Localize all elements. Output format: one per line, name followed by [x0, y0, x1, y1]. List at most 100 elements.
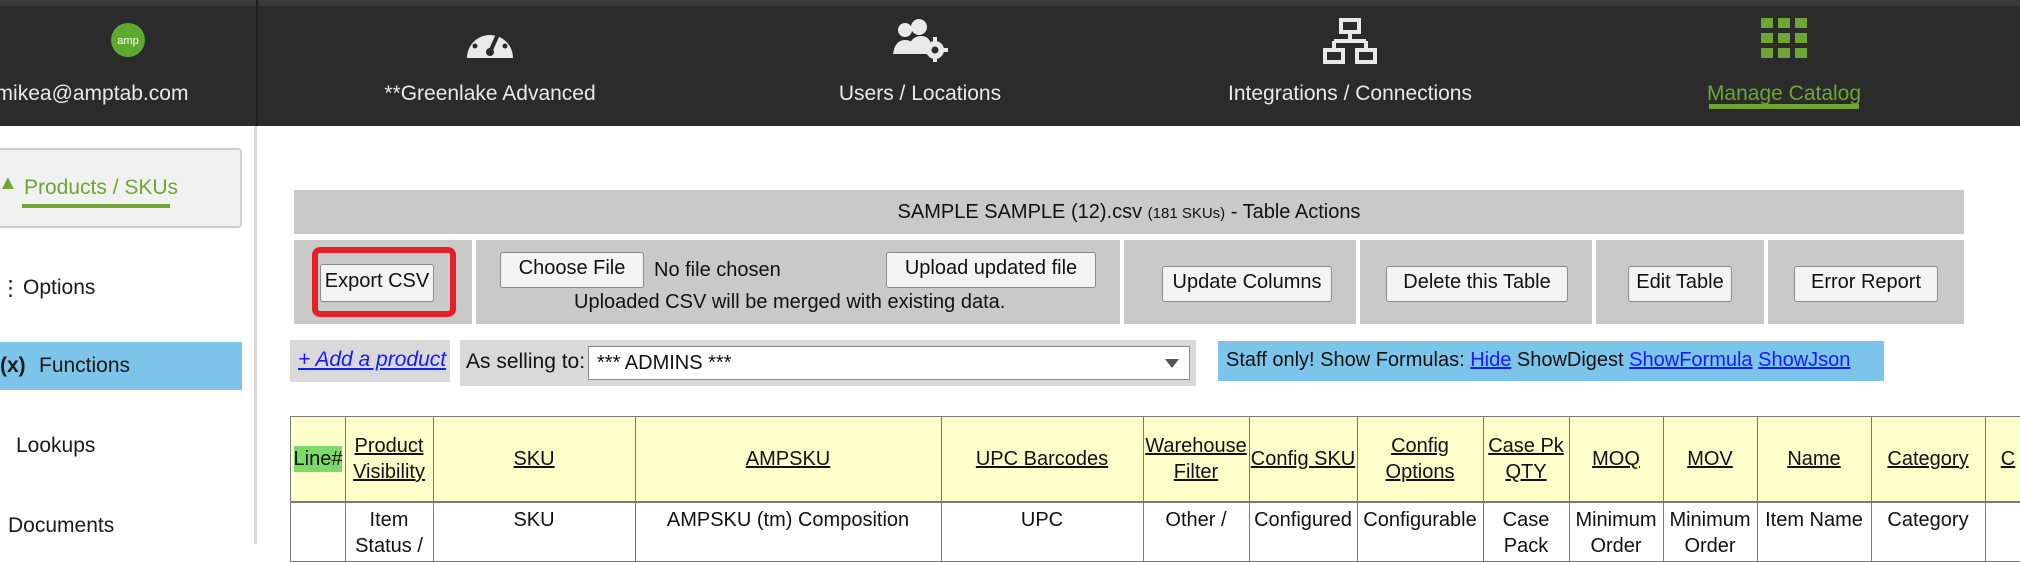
sidebar-item-label: Documents: [8, 514, 115, 537]
sidebar-item-functions[interactable]: (x) Functions: [0, 342, 242, 390]
column-header[interactable]: Name: [1757, 417, 1871, 501]
nav-account[interactable]: amp mikea@amptab.com: [0, 0, 256, 126]
delete-table-cell: Delete this Table: [1360, 240, 1592, 324]
delete-table-button[interactable]: Delete this Table: [1386, 266, 1568, 302]
update-columns-label: Update Columns: [1172, 271, 1322, 293]
update-columns-cell: Update Columns: [1124, 240, 1356, 324]
edit-table-button[interactable]: Edit Table: [1628, 266, 1732, 302]
add-product-link[interactable]: + Add a product: [298, 348, 446, 372]
column-divider: [1569, 417, 1570, 501]
sidebar-item-label: Products / SKUs: [24, 176, 179, 199]
sidebar-item-label: Functions: [39, 354, 131, 377]
sku-count: (181 SKUs): [1147, 205, 1226, 222]
column-divider: [1663, 503, 1664, 561]
column-header-label: SKU: [513, 448, 555, 470]
table-cell: [1985, 503, 2020, 561]
column-header[interactable]: Category: [1871, 417, 1985, 501]
nav-manage-catalog-label: Manage Catalog: [1706, 82, 1862, 105]
table-cell: SKU: [513, 509, 555, 531]
choose-file-button[interactable]: Choose File: [500, 252, 644, 288]
table-cell: Other /: [1165, 509, 1227, 531]
column-divider: [635, 417, 636, 501]
column-divider: [1663, 417, 1664, 501]
column-header-label: Name: [1787, 448, 1841, 470]
highlight-box: [312, 247, 456, 317]
amp-logo-text: amp: [117, 35, 138, 47]
column-header: Line#: [291, 417, 345, 501]
options-icon: ⋮: [0, 277, 21, 300]
network-icon: [1321, 18, 1379, 69]
grid-icon: [1761, 18, 1807, 63]
table-row: Item Status / SKU AMPSKU (tm) Composition U…: [290, 502, 2020, 562]
sidebar-item-label: Lookups: [16, 434, 96, 457]
nav-users-locations-label: Users / Locations: [838, 82, 1002, 105]
column-header[interactable]: Product Visibility: [345, 417, 433, 501]
staff-formulas-box: Staff only! Show Formulas: Hide ShowDige…: [1218, 341, 1884, 381]
nav-users-locations[interactable]: Users / Locations: [770, 0, 1070, 126]
selling-to-select[interactable]: *** ADMINS ***: [588, 346, 1190, 380]
table-cell: Configurable: [1363, 509, 1477, 531]
top-navigation: amp mikea@amptab.com **Greenlake Advance…: [0, 0, 2020, 126]
column-divider: [1143, 417, 1144, 501]
nav-manage-catalog[interactable]: Manage Catalog: [1634, 0, 1934, 126]
users-gear-icon: [889, 18, 951, 67]
update-columns-button[interactable]: Update Columns: [1162, 266, 1332, 302]
sidebar-item-options[interactable]: ⋮ Options: [0, 264, 242, 312]
column-divider: [1483, 503, 1484, 561]
selling-to-value: *** ADMINS ***: [597, 352, 732, 374]
no-file-text: No file chosen: [654, 259, 781, 281]
column-header-label: Config Options: [1385, 435, 1455, 483]
column-header[interactable]: Warehouse Filter: [1143, 417, 1249, 501]
amp-logo-icon: amp: [110, 22, 146, 63]
table-cell: Case Pack: [1502, 509, 1550, 557]
column-divider: [941, 417, 942, 501]
error-report-button[interactable]: Error Report: [1794, 266, 1938, 302]
nav-greenlake[interactable]: **Greenlake Advanced: [340, 0, 640, 126]
sidebar: ▲ Products / SKUs ⋮ Options (x) Function…: [0, 126, 257, 544]
column-header-label: MOQ: [1592, 448, 1640, 470]
hide-formulas-link[interactable]: Hide: [1470, 349, 1511, 371]
edit-table-cell: Edit Table: [1596, 240, 1764, 324]
show-json-link[interactable]: ShowJson: [1758, 349, 1850, 371]
table-cell: UPC: [1020, 509, 1064, 531]
column-header[interactable]: MOQ: [1569, 417, 1663, 501]
sidebar-item-documents[interactable]: Documents: [0, 502, 242, 550]
column-divider: [1483, 417, 1484, 501]
column-header-label: Case Pk QTY: [1488, 435, 1564, 483]
column-header[interactable]: SKU: [433, 417, 635, 501]
column-header[interactable]: AMPSKU: [635, 417, 941, 501]
column-divider: [1985, 503, 1986, 561]
active-underline: [1709, 104, 1859, 109]
function-icon: (x): [0, 354, 26, 377]
column-header[interactable]: Case Pk QTY: [1483, 417, 1569, 501]
table-cell: Configured: [1254, 509, 1352, 531]
active-underline: [22, 204, 170, 208]
column-header-label: Product Visibility: [353, 435, 425, 483]
merge-note: Uploaded CSV will be merged with existin…: [574, 291, 1006, 313]
error-report-label: Error Report: [1810, 271, 1922, 293]
column-divider: [433, 417, 434, 501]
column-header-label: UPC Barcodes: [975, 448, 1109, 470]
product-icon: ▲: [0, 172, 18, 194]
column-divider: [1757, 417, 1758, 501]
sidebar-item-products-skus[interactable]: ▲ Products / SKUs: [0, 148, 242, 228]
column-header[interactable]: Config SKU: [1249, 417, 1357, 501]
sidebar-item-lookups[interactable]: Lookups: [0, 422, 242, 470]
nav-integrations[interactable]: Integrations / Connections: [1200, 0, 1500, 126]
upload-updated-file-button[interactable]: Upload updated file: [886, 252, 1096, 288]
table-header-row: Line# Product Visibility SKU AMPSKU UPC Barc…: [290, 416, 2020, 502]
column-divider: [1871, 417, 1872, 501]
table-cell: AMPSKU (tm) Composition: [666, 509, 910, 531]
delete-table-label: Delete this Table: [1403, 271, 1551, 293]
table-cell: Item Status /: [355, 509, 423, 557]
edit-table-label: Edit Table: [1636, 271, 1724, 293]
table-actions-suffix: - Table Actions: [1225, 201, 1361, 223]
column-divider: [1757, 503, 1758, 561]
selling-to-label: As selling to:: [466, 350, 586, 373]
column-divider: [345, 417, 346, 501]
column-header[interactable]: MOV: [1663, 417, 1757, 501]
column-header[interactable]: UPC Barcodes: [941, 417, 1143, 501]
show-formula-link[interactable]: ShowFormula: [1629, 349, 1752, 371]
column-header[interactable]: Config Options: [1357, 417, 1483, 501]
column-header[interactable]: C: [1985, 417, 2020, 501]
